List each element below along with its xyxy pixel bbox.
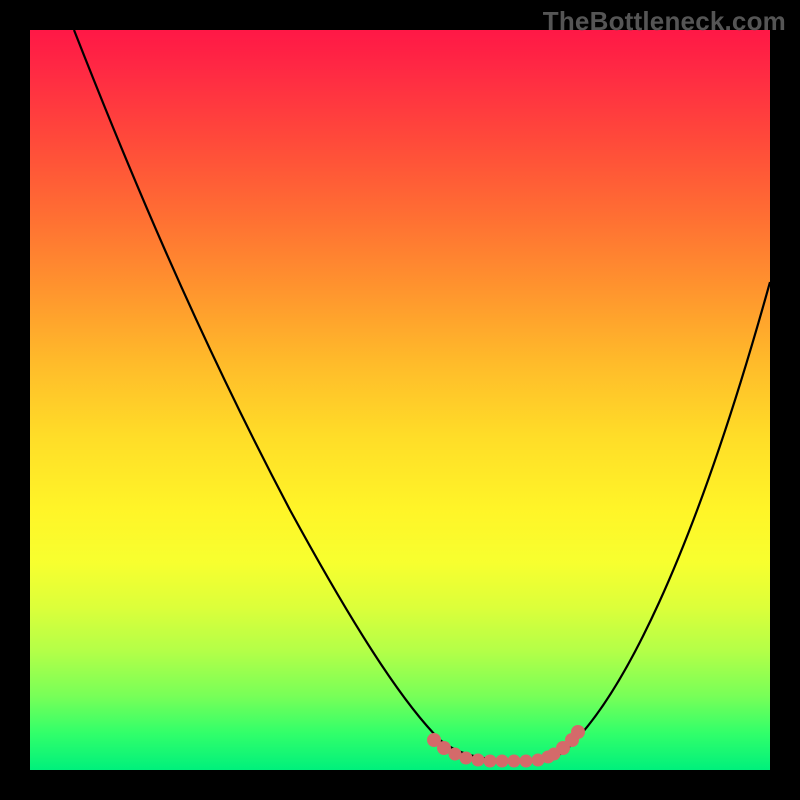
watermark-text: TheBottleneck.com	[543, 6, 786, 37]
chart-stage: TheBottleneck.com	[0, 0, 800, 800]
background-gradient	[30, 30, 770, 770]
plot-area	[30, 30, 770, 770]
